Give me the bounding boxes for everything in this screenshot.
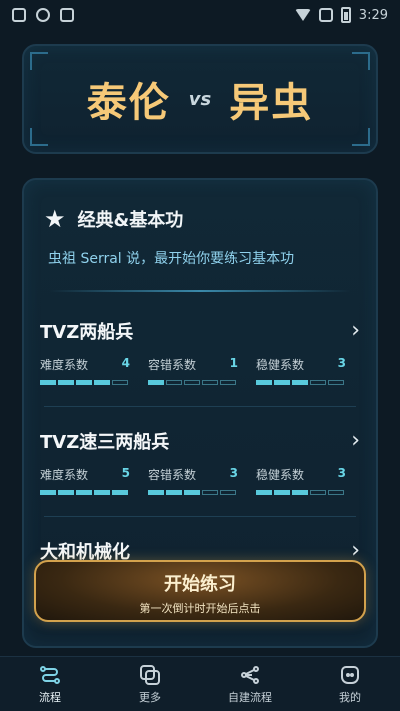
level-segment-filled [256, 490, 272, 495]
level-segment-filled [58, 380, 74, 385]
level-segment-filled [166, 490, 182, 495]
metric-value: 3 [229, 466, 238, 480]
level-bar [256, 380, 344, 385]
race-left: 泰伦 [86, 80, 171, 126]
race-right: 异虫 [229, 80, 314, 126]
level-segment-filled [292, 380, 308, 385]
metric-tolerance: 容错系数 3 [148, 466, 256, 506]
metric-label: 容错系数 [148, 468, 197, 482]
copy-icon [110, 663, 190, 687]
level-segment-filled [112, 490, 128, 495]
level-segment-filled [40, 380, 56, 385]
tab-label: 更多 [139, 691, 161, 704]
level-segment-filled [256, 380, 272, 385]
bottom-tab-bar: 流程 更多 自建流程 我的 [0, 656, 400, 711]
level-bar [256, 490, 344, 495]
tab-more[interactable]: 更多 [110, 663, 190, 705]
level-segment-filled [148, 490, 164, 495]
drill-title: TVZ速三两船兵 [40, 432, 170, 453]
level-segment-empty [184, 380, 200, 385]
level-bar [148, 490, 236, 495]
level-segment-empty [220, 490, 236, 495]
level-segment-empty [328, 490, 344, 495]
level-segment-filled [94, 380, 110, 385]
level-segment-filled [94, 490, 110, 495]
metric-stability: 稳健系数 3 [256, 466, 364, 506]
section-header: ★ 经典&基本功 [44, 206, 183, 232]
battery-icon [340, 7, 351, 23]
level-segment-filled [58, 490, 74, 495]
chevron-right-icon[interactable]: › [351, 320, 360, 342]
level-segment-filled [184, 490, 200, 495]
level-segment-filled [40, 490, 56, 495]
metric-label: 难度系数 [40, 358, 89, 372]
tab-custom-flow[interactable]: 自建流程 [210, 663, 290, 705]
metric-value: 3 [337, 356, 346, 370]
matchup-title: 泰伦 vs 异虫 [24, 46, 376, 152]
metric-label: 稳健系数 [256, 358, 305, 372]
notification-icon [12, 8, 26, 22]
metric-difficulty: 难度系数 5 [40, 466, 148, 506]
level-segment-empty [112, 380, 128, 385]
row-divider [44, 406, 356, 407]
row-divider [44, 516, 356, 517]
tab-label: 流程 [39, 691, 61, 704]
start-practice-sublabel: 第一次倒计时开始后点击 [139, 602, 261, 615]
metric-tolerance: 容错系数 1 [148, 356, 256, 396]
tab-flow[interactable]: 流程 [10, 663, 90, 705]
status-time: 3:29 [358, 7, 388, 23]
drill-item[interactable]: TVZ速三两船兵 › 难度系数 5 容错系数 3 稳健系数 3 [40, 428, 364, 500]
metric-value: 5 [121, 466, 130, 480]
drill-item[interactable]: TVZ两船兵 › 难度系数 4 容错系数 1 稳健系数 3 [40, 318, 364, 390]
chevron-right-icon[interactable]: › [351, 540, 360, 562]
metric-difficulty: 难度系数 4 [40, 356, 148, 396]
section-title: 经典&基本功 [77, 210, 184, 231]
level-segment-filled [76, 380, 92, 385]
level-segment-filled [76, 490, 92, 495]
metric-value: 1 [229, 356, 238, 370]
start-practice-label: 开始练习 [164, 574, 236, 595]
level-segment-filled [292, 490, 308, 495]
level-bar [148, 380, 236, 385]
level-segment-empty [166, 380, 182, 385]
settings-icon [36, 8, 50, 22]
flow-icon [10, 663, 90, 687]
metric-label: 稳健系数 [256, 468, 305, 482]
level-segment-empty [202, 490, 218, 495]
metric-value: 3 [337, 466, 346, 480]
level-segment-filled [148, 380, 164, 385]
level-segment-empty [220, 380, 236, 385]
metric-value: 4 [121, 356, 130, 370]
share-icon [210, 663, 290, 687]
level-segment-empty [328, 380, 344, 385]
star-icon: ★ [44, 205, 66, 233]
app-icon [60, 8, 74, 22]
tab-label: 我的 [339, 691, 361, 704]
metric-label: 难度系数 [40, 468, 89, 482]
level-segment-filled [274, 380, 290, 385]
status-bar: 3:29 [0, 0, 400, 30]
drill-title: TVZ两船兵 [40, 322, 134, 343]
tab-label: 自建流程 [228, 691, 272, 704]
level-segment-empty [310, 380, 326, 385]
matchup-panel: 泰伦 vs 异虫 [22, 44, 378, 154]
level-segment-empty [202, 380, 218, 385]
level-segment-filled [274, 490, 290, 495]
tab-profile[interactable]: 我的 [310, 663, 390, 705]
section-divider [50, 290, 350, 292]
metric-label: 容错系数 [148, 358, 197, 372]
start-practice-button[interactable]: 开始练习 第一次倒计时开始后点击 [34, 560, 366, 622]
metric-stability: 稳健系数 3 [256, 356, 364, 396]
face-icon [310, 663, 390, 687]
level-bar [40, 380, 128, 385]
level-bar [40, 490, 128, 495]
chevron-right-icon[interactable]: › [351, 430, 360, 452]
wifi-icon [294, 9, 311, 21]
level-segment-empty [310, 490, 326, 495]
vs-label: vs [188, 88, 212, 110]
signal-icon [318, 8, 333, 22]
section-subtitle: 虫祖 Serral 说，最开始你要练习基本功 [48, 251, 295, 267]
